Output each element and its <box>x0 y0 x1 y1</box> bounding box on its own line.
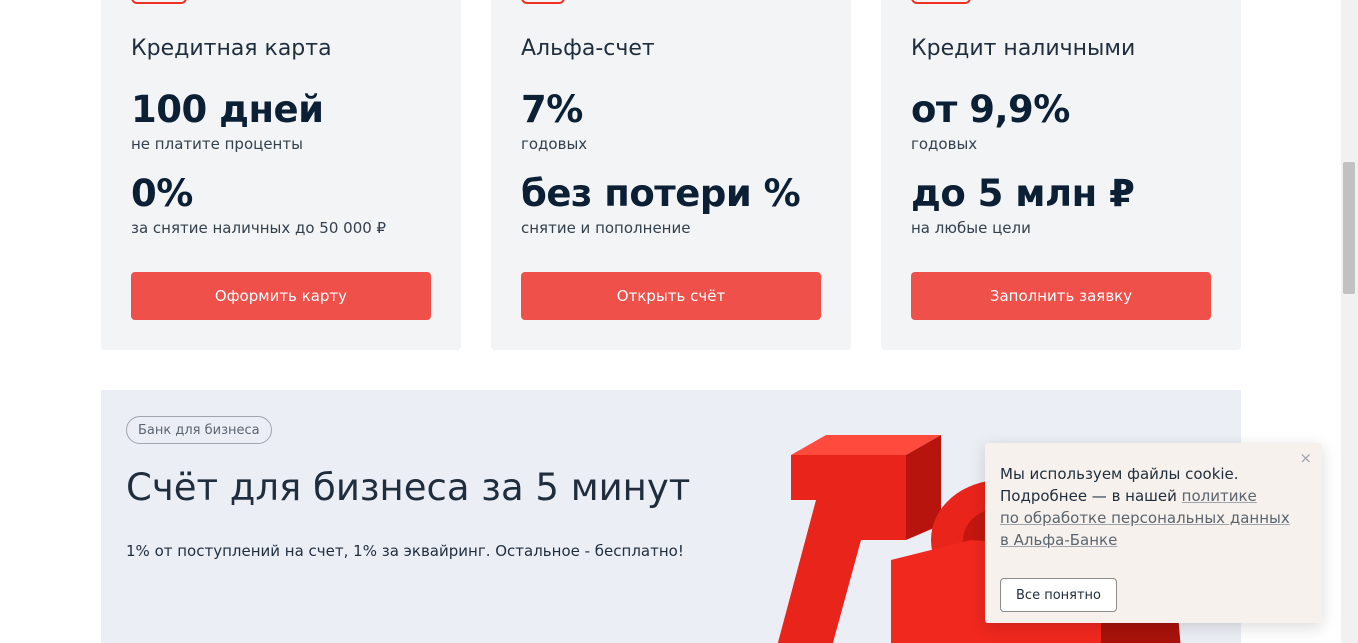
page-scrollbar[interactable] <box>1341 0 1358 643</box>
product-stat-value: 100 дней <box>131 88 324 131</box>
business-subtitle: 1% от поступлений на счет, 1% за эквайри… <box>126 542 684 560</box>
privacy-policy-link[interactable]: политике <box>1182 487 1257 505</box>
product-stat-caption: годовых <box>911 135 978 153</box>
product-title: Кредит наличными <box>911 36 1136 61</box>
scrollbar-thumb[interactable] <box>1343 162 1355 294</box>
product-title: Кредитная карта <box>131 36 332 61</box>
cookie-line-1: Мы используем файлы cookie. <box>1000 465 1239 483</box>
product-stat-caption: на любые цели <box>911 219 1031 237</box>
privacy-policy-link[interactable]: в Альфа-Банке <box>1000 531 1117 549</box>
product-stat-value: 7% <box>521 88 583 131</box>
product-stat-value: до 5 млн ₽ <box>911 172 1135 215</box>
privacy-policy-link[interactable]: по обработке персональных данных <box>1000 509 1290 527</box>
product-stat-caption: за снятие наличных до 50 000 ₽ <box>131 219 387 237</box>
product-title: Альфа-счет <box>521 36 655 61</box>
open-account-button[interactable]: Открыть счёт <box>521 272 821 320</box>
product-stat-caption: снятие и пополнение <box>521 219 691 237</box>
product-stat-value: 0% <box>131 172 193 215</box>
accept-cookies-button[interactable]: Все понятно <box>1000 578 1117 612</box>
product-stat-caption: не платите проценты <box>131 135 303 153</box>
cookie-line-2: Подробнее — в нашей <box>1000 487 1182 505</box>
business-tag[interactable]: Банк для бизнеса <box>126 416 272 444</box>
apply-card-button[interactable]: Оформить карту <box>131 272 431 320</box>
close-icon[interactable]: × <box>1299 449 1312 467</box>
product-stat-caption: годовых <box>521 135 588 153</box>
business-headline: Счёт для бизнеса за 5 минут <box>126 466 691 509</box>
product-stat-value: от 9,9% <box>911 88 1070 131</box>
cookie-banner: × Мы используем файлы cookie. Подробнее … <box>985 443 1322 623</box>
product-stat-value: без потери % <box>521 172 801 215</box>
product-card-cash-loan: Кредит наличными от 9,9% годовых до 5 мл… <box>881 0 1241 350</box>
card-icon <box>131 0 187 4</box>
cash-icon <box>911 0 971 4</box>
fill-application-button[interactable]: Заполнить заявку <box>911 272 1211 320</box>
cookie-text: Мы используем файлы cookie. Подробнее — … <box>1000 463 1300 551</box>
product-card-credit-card: Кредитная карта 100 дней не платите проц… <box>101 0 461 350</box>
wallet-icon <box>521 0 565 4</box>
art-shape-front <box>777 455 906 643</box>
product-card-alfa-account: Альфа-счет 7% годовых без потери % сняти… <box>491 0 851 350</box>
